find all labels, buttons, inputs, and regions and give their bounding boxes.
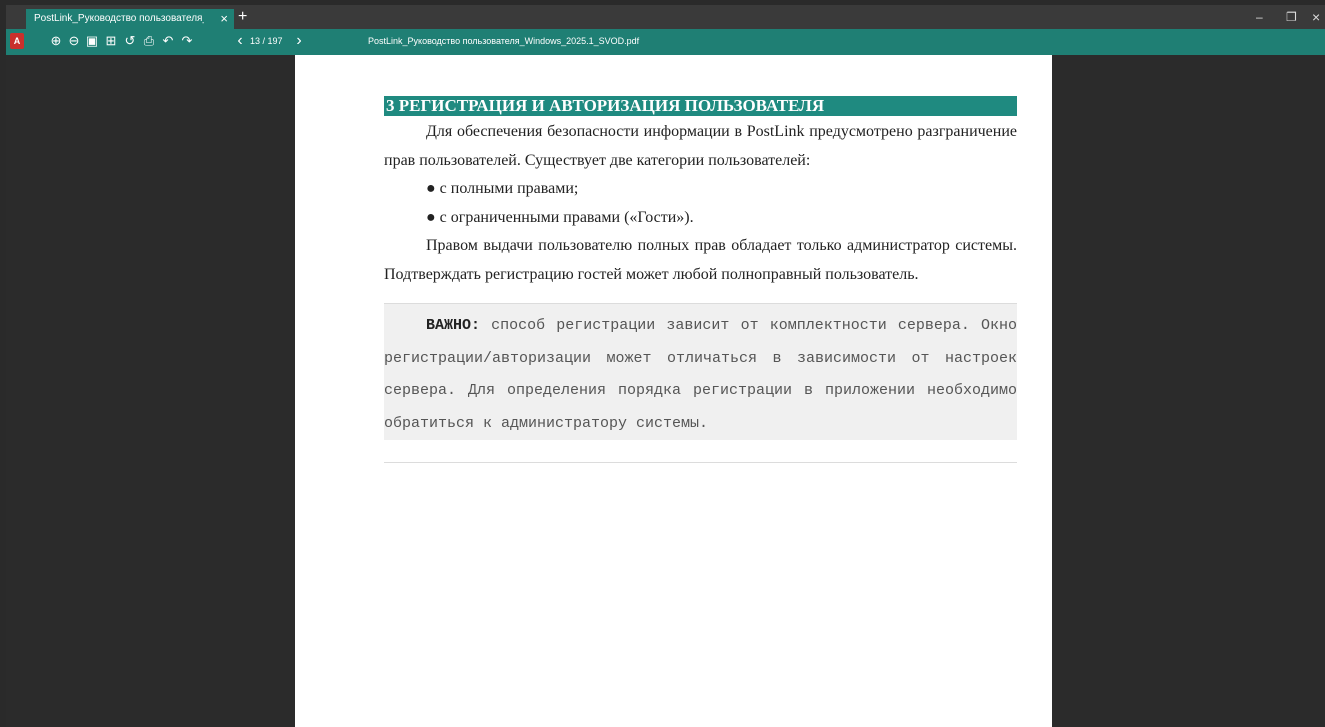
prev-page-icon[interactable]: ‹ bbox=[232, 33, 248, 49]
rights-paragraph: Правом выдачи пользователю полных прав о… bbox=[384, 237, 1017, 283]
minimize-button[interactable]: – bbox=[1256, 7, 1263, 27]
window-close-button[interactable]: × bbox=[1312, 7, 1320, 27]
note-label: ВАЖНО: bbox=[426, 317, 481, 334]
zoom-out-icon[interactable]: ⊖ bbox=[66, 33, 82, 49]
tab-bar: PostLink_Руководство пользователя_Wi... … bbox=[6, 5, 1325, 29]
tab-document[interactable]: PostLink_Руководство пользователя_Wi... … bbox=[26, 9, 234, 29]
print-icon[interactable]: ⎙ bbox=[141, 33, 157, 49]
note-bottom-divider bbox=[384, 462, 1017, 464]
file-name: PostLink_Руководство пользователя_Window… bbox=[368, 36, 640, 46]
fit-width-icon[interactable]: ⊞ bbox=[103, 33, 119, 49]
document-viewer[interactable]: 3 РЕГИСТРАЦИЯ И АВТОРИЗАЦИЯ ПОЛЬЗОВАТЕЛЯ… bbox=[6, 55, 1325, 727]
app-window: PostLink_Руководство пользователя_Wi... … bbox=[6, 5, 1325, 727]
section-heading: 3 РЕГИСТРАЦИЯ И АВТОРИЗАЦИЯ ПОЛЬЗОВАТЕЛЯ bbox=[384, 96, 1017, 116]
pdf-file-icon: A bbox=[10, 33, 24, 49]
bullet-limited-rights: ● с ограниченными правами («Гости»). bbox=[426, 208, 694, 226]
pdf-page: 3 РЕГИСТРАЦИЯ И АВТОРИЗАЦИЯ ПОЛЬЗОВАТЕЛЯ… bbox=[295, 55, 1052, 727]
intro-paragraph: Для обеспечения безопасности информации … bbox=[384, 123, 1017, 169]
fit-page-icon[interactable]: ▣ bbox=[84, 33, 100, 49]
redo-icon[interactable]: ↷ bbox=[179, 33, 195, 49]
new-tab-button[interactable]: + bbox=[238, 7, 247, 27]
next-page-icon[interactable]: › bbox=[291, 33, 307, 49]
rotate-icon[interactable]: ↺ bbox=[122, 33, 138, 49]
tab-title: PostLink_Руководство пользователя_Wi... bbox=[34, 13, 204, 24]
bullet-full-rights: ● с полными правами; bbox=[426, 180, 579, 197]
page-indicator[interactable]: 13 / 197 bbox=[250, 33, 283, 49]
note-text: способ регистрации зависит от комплектно… bbox=[384, 317, 1017, 432]
restore-button[interactable]: ❐ bbox=[1286, 7, 1297, 27]
important-note: ВАЖНО: способ регистрации зависит от ком… bbox=[384, 304, 1017, 441]
page-content: 3 РЕГИСТРАЦИЯ И АВТОРИЗАЦИЯ ПОЛЬЗОВАТЕЛЯ… bbox=[384, 96, 1017, 464]
pdf-toolbar: A ⊕ ⊖ ▣ ⊞ ↺ ⎙ ↶ ↷ ‹ 13 / 197 › PostLink_… bbox=[6, 29, 1325, 55]
undo-icon[interactable]: ↶ bbox=[160, 33, 176, 49]
tab-close-icon[interactable]: × bbox=[220, 9, 228, 29]
zoom-in-icon[interactable]: ⊕ bbox=[48, 33, 64, 49]
